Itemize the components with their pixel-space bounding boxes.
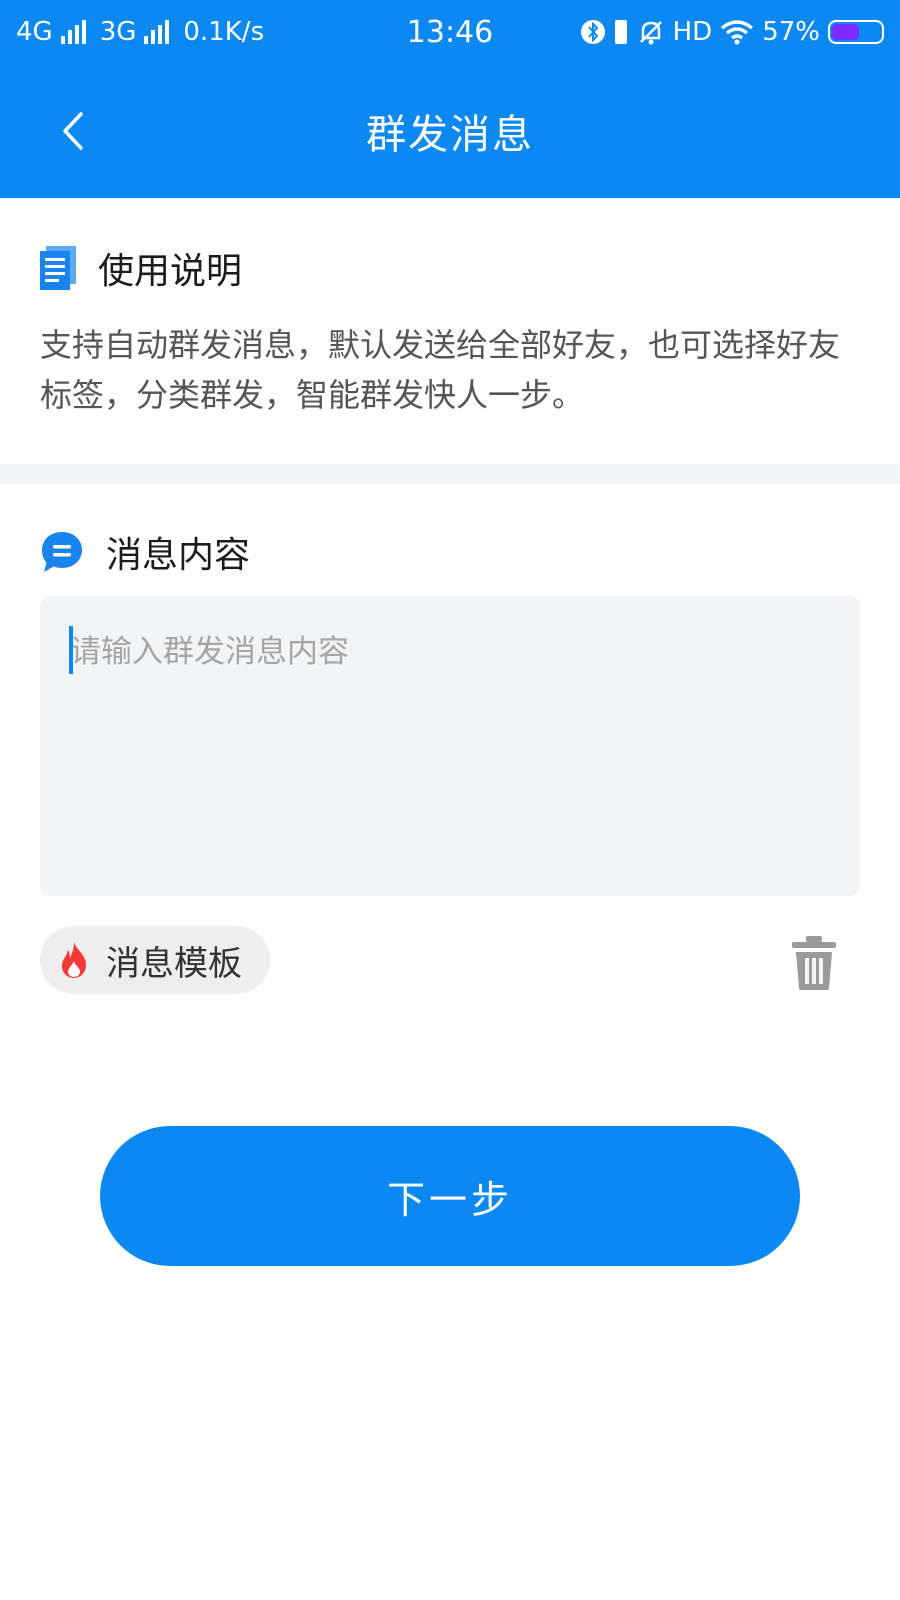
- network-label-3g: 3G: [99, 17, 137, 47]
- back-button[interactable]: [50, 104, 94, 158]
- status-left: 4G 3G 0.1K/s: [16, 17, 264, 47]
- chevron-left-icon: [63, 112, 83, 150]
- next-step-button[interactable]: 下一步: [100, 1126, 800, 1266]
- top-bar: 4G 3G 0.1K/s 13:46 HD 57% 群发消息: [0, 0, 900, 198]
- usage-description: 支持自动群发消息，默认发送给全部好友，也可选择好友标签，分类群发，智能群发快人一…: [40, 326, 841, 414]
- network-label-4g: 4G: [16, 17, 53, 47]
- battery-percent: 57%: [762, 17, 820, 47]
- battery-icon: [828, 20, 884, 44]
- mute-bell-icon: [639, 21, 662, 45]
- vibrate-icon: [614, 20, 627, 44]
- usage-section: 使用说明 支持自动群发消息，默认发送给全部好友，也可选择好友标签，分类群发，智能…: [0, 198, 900, 464]
- document-icon: [40, 246, 76, 290]
- wifi-icon: [721, 20, 754, 45]
- text-caret: [69, 626, 73, 674]
- chat-bubble-icon: [42, 532, 82, 572]
- message-heading: 消息内容: [40, 526, 250, 578]
- message-input[interactable]: [40, 596, 860, 896]
- signal-icon: [60, 20, 86, 44]
- network-speed: 0.1K/s: [183, 17, 265, 47]
- signal-icon: [144, 20, 170, 44]
- title-bar: 群发消息: [0, 64, 900, 198]
- bluetooth-icon: [580, 20, 605, 44]
- usage-heading-text: 使用说明: [98, 251, 243, 292]
- hd-label: HD: [672, 17, 713, 47]
- flame-icon: [62, 942, 86, 978]
- page-title: 群发消息: [366, 112, 534, 158]
- message-heading-text: 消息内容: [106, 535, 251, 576]
- usage-heading: 使用说明: [40, 242, 242, 294]
- status-right: HD 57%: [580, 17, 884, 47]
- template-label: 消息模板: [106, 943, 242, 984]
- status-bar: 4G 3G 0.1K/s 13:46 HD 57%: [0, 0, 900, 64]
- trash-icon: [792, 936, 836, 990]
- message-template-button[interactable]: 消息模板: [40, 926, 270, 994]
- delete-button[interactable]: [790, 936, 838, 990]
- section-divider: [0, 464, 900, 484]
